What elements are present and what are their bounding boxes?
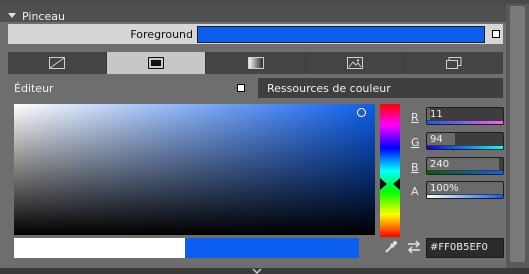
foreground-color-swatch[interactable] — [197, 26, 485, 43]
foreground-label: Foreground — [130, 28, 193, 41]
bottom-strip — [0, 268, 529, 274]
alpha-channel-bar — [427, 195, 503, 198]
resource-brush-icon — [445, 57, 462, 69]
blue-channel-input[interactable]: 240 — [426, 157, 504, 175]
foreground-property-row[interactable]: Foreground — [8, 24, 503, 44]
red-channel-bar — [427, 121, 503, 124]
current-color-swatch — [185, 238, 359, 258]
expand-chevron-icon[interactable] — [252, 268, 262, 274]
collapse-icon[interactable] — [8, 13, 16, 18]
blue-channel-label: B — [411, 161, 419, 174]
red-channel-label: R — [411, 111, 419, 124]
hue-slider[interactable] — [380, 104, 400, 237]
tab-editor-label: Éditeur — [14, 82, 54, 95]
section-header[interactable]: Pinceau — [0, 4, 529, 23]
previous-color-swatch[interactable] — [14, 238, 185, 258]
tab-color-resources[interactable]: Ressources de couleur — [258, 78, 503, 98]
hex-color-input[interactable]: #FF0B5EF0 — [426, 238, 504, 258]
editor-options-marker[interactable] — [237, 84, 245, 92]
tab-editor[interactable]: Éditeur — [8, 78, 258, 98]
scrollbar-thumb[interactable] — [510, 6, 525, 262]
red-channel-input[interactable]: 11 — [426, 107, 504, 125]
tab-gradient[interactable] — [206, 52, 305, 74]
blue-channel-bar — [427, 171, 503, 174]
solid-color-icon — [148, 57, 165, 69]
tab-image-brush[interactable] — [305, 52, 404, 74]
brush-type-tabs — [8, 52, 504, 74]
blue-channel-value: 240 — [430, 159, 450, 170]
tab-color-resources-label: Ressources de couleur — [267, 82, 391, 95]
gradient-icon — [247, 57, 264, 69]
green-channel-bar — [427, 146, 503, 149]
green-channel-label: G — [411, 136, 420, 149]
alpha-channel-label: A — [411, 185, 419, 198]
color-picker-handle[interactable] — [357, 108, 366, 117]
tab-solid-color[interactable] — [107, 52, 206, 74]
alpha-channel-value: 100% — [430, 183, 459, 194]
no-brush-icon — [49, 57, 66, 69]
tab-no-brush[interactable] — [8, 52, 107, 74]
hex-color-value: #FF0B5EF0 — [430, 242, 488, 253]
tab-resource-brush[interactable] — [404, 52, 504, 74]
green-channel-value: 94 — [430, 134, 443, 145]
alpha-channel-input[interactable]: 100% — [426, 181, 504, 199]
hue-slider-thumb[interactable] — [380, 178, 400, 190]
green-channel-input[interactable]: 94 — [426, 132, 504, 150]
advanced-options-marker[interactable] — [492, 30, 500, 38]
swap-colors-icon[interactable] — [406, 240, 422, 254]
image-brush-icon — [346, 57, 363, 69]
eyedropper-icon[interactable] — [384, 240, 398, 254]
section-title: Pinceau — [22, 10, 65, 23]
red-channel-value: 11 — [430, 109, 443, 120]
saturation-value-picker[interactable] — [14, 104, 375, 235]
